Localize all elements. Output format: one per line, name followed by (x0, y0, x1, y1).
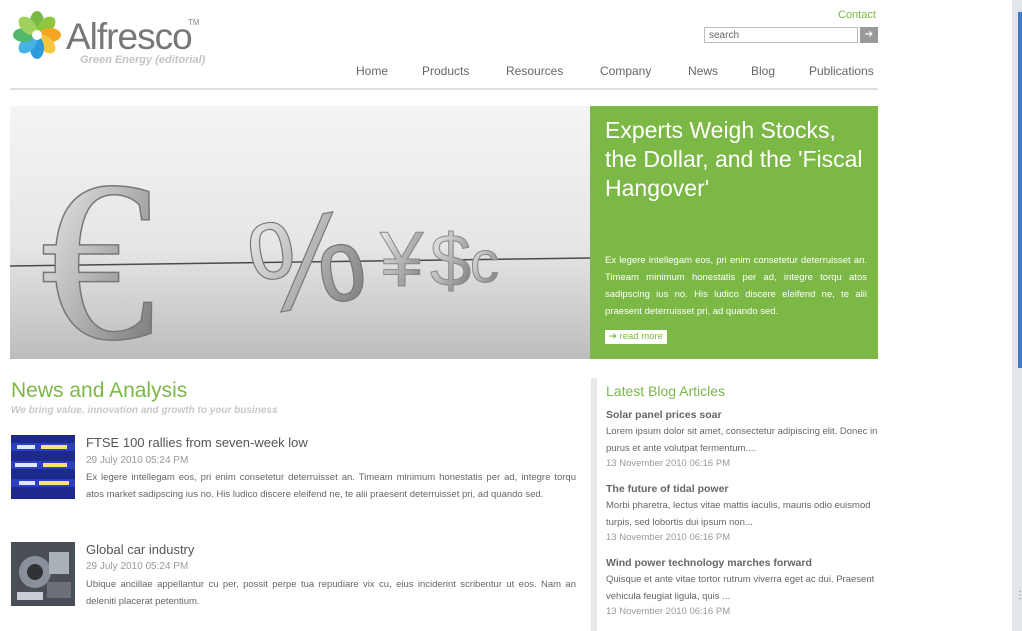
blog-post-date-3: 13 November 2010 06:16 PM (606, 606, 731, 617)
article-text-1: Ex legere intellegam eos, pri enim conse… (86, 472, 576, 500)
article-text-2: Ubique ancillae appellantur cu per, poss… (86, 579, 576, 607)
article-date-1: 29 July 2010 05:24 PM (86, 455, 189, 466)
article-title-2[interactable]: Global car industry (86, 542, 194, 557)
cent-symbol: c (470, 230, 499, 295)
news-section-title: News and Analysis (11, 379, 188, 402)
blog-post-title-2[interactable]: The future of tidal power (606, 483, 729, 495)
read-more-button[interactable]: ➔ read more (605, 330, 667, 344)
resize-grip-icon: ⋮ (1015, 590, 1022, 601)
blog-post-title-1[interactable]: Solar panel prices soar (606, 409, 722, 421)
nav-divider (10, 88, 878, 90)
main-navigation: Home Products Resources Company News Blo… (0, 64, 900, 84)
arrow-right-icon: ➔ (864, 29, 874, 40)
currency-symbols-illustration: € % ¥ $ c (10, 132, 590, 359)
dollar-symbol: $ (430, 219, 471, 302)
yen-symbol: ¥ (379, 215, 424, 303)
blog-post-date-1: 13 November 2010 06:16 PM (606, 458, 731, 469)
nav-news[interactable]: News (688, 64, 718, 78)
article-thumbnail-stock-board[interactable] (11, 435, 75, 499)
alfresco-flower-icon (13, 11, 61, 59)
percent-symbol: % (237, 180, 376, 344)
article-thumbnail-car-engine[interactable] (11, 542, 75, 606)
blog-post-text-2: Morbi pharetra, lectus vitae mattis iacu… (606, 500, 871, 528)
hero-image: € % ¥ $ c (10, 106, 590, 359)
blog-post-text-3: Quisque et ante vitae tortor rutrum vive… (606, 574, 875, 602)
hero-feature-panel: Experts Weigh Stocks, the Dollar, and th… (590, 106, 878, 359)
site-logo[interactable]: Alfresco TM Green Energy (editorial) (12, 10, 232, 70)
nav-home[interactable]: Home (356, 64, 388, 78)
nav-company[interactable]: Company (600, 64, 651, 78)
euro-symbol: € (40, 133, 155, 359)
search-input[interactable] (704, 27, 858, 43)
blog-post-text-1: Lorem ipsum dolor sit amet, consectetur … (606, 426, 878, 454)
column-divider (591, 378, 597, 631)
article-date-2: 29 July 2010 05:24 PM (86, 561, 189, 572)
logo-trademark: TM (188, 18, 200, 27)
scrollbar-thumb[interactable] (1018, 12, 1022, 368)
logo-wordmark: Alfresco (66, 16, 193, 57)
contact-link[interactable]: Contact (838, 9, 876, 21)
news-section-subtitle: We bring value, innovation and growth to… (11, 405, 278, 416)
nav-publications[interactable]: Publications (809, 64, 874, 78)
nav-blog[interactable]: Blog (751, 64, 775, 78)
nav-resources[interactable]: Resources (506, 64, 563, 78)
blog-post-date-2: 13 November 2010 06:16 PM (606, 532, 731, 543)
hero-summary: Ex legere intellegam eos, pri enim conse… (605, 255, 867, 317)
article-title-1[interactable]: FTSE 100 rallies from seven-week low (86, 435, 308, 450)
hero-headline[interactable]: Experts Weigh Stocks, the Dollar, and th… (605, 116, 865, 203)
blog-section-title: Latest Blog Articles (606, 383, 726, 399)
blog-post-title-3[interactable]: Wind power technology marches forward (606, 557, 812, 569)
search-submit-button[interactable]: ➔ (860, 27, 878, 43)
nav-products[interactable]: Products (422, 64, 469, 78)
